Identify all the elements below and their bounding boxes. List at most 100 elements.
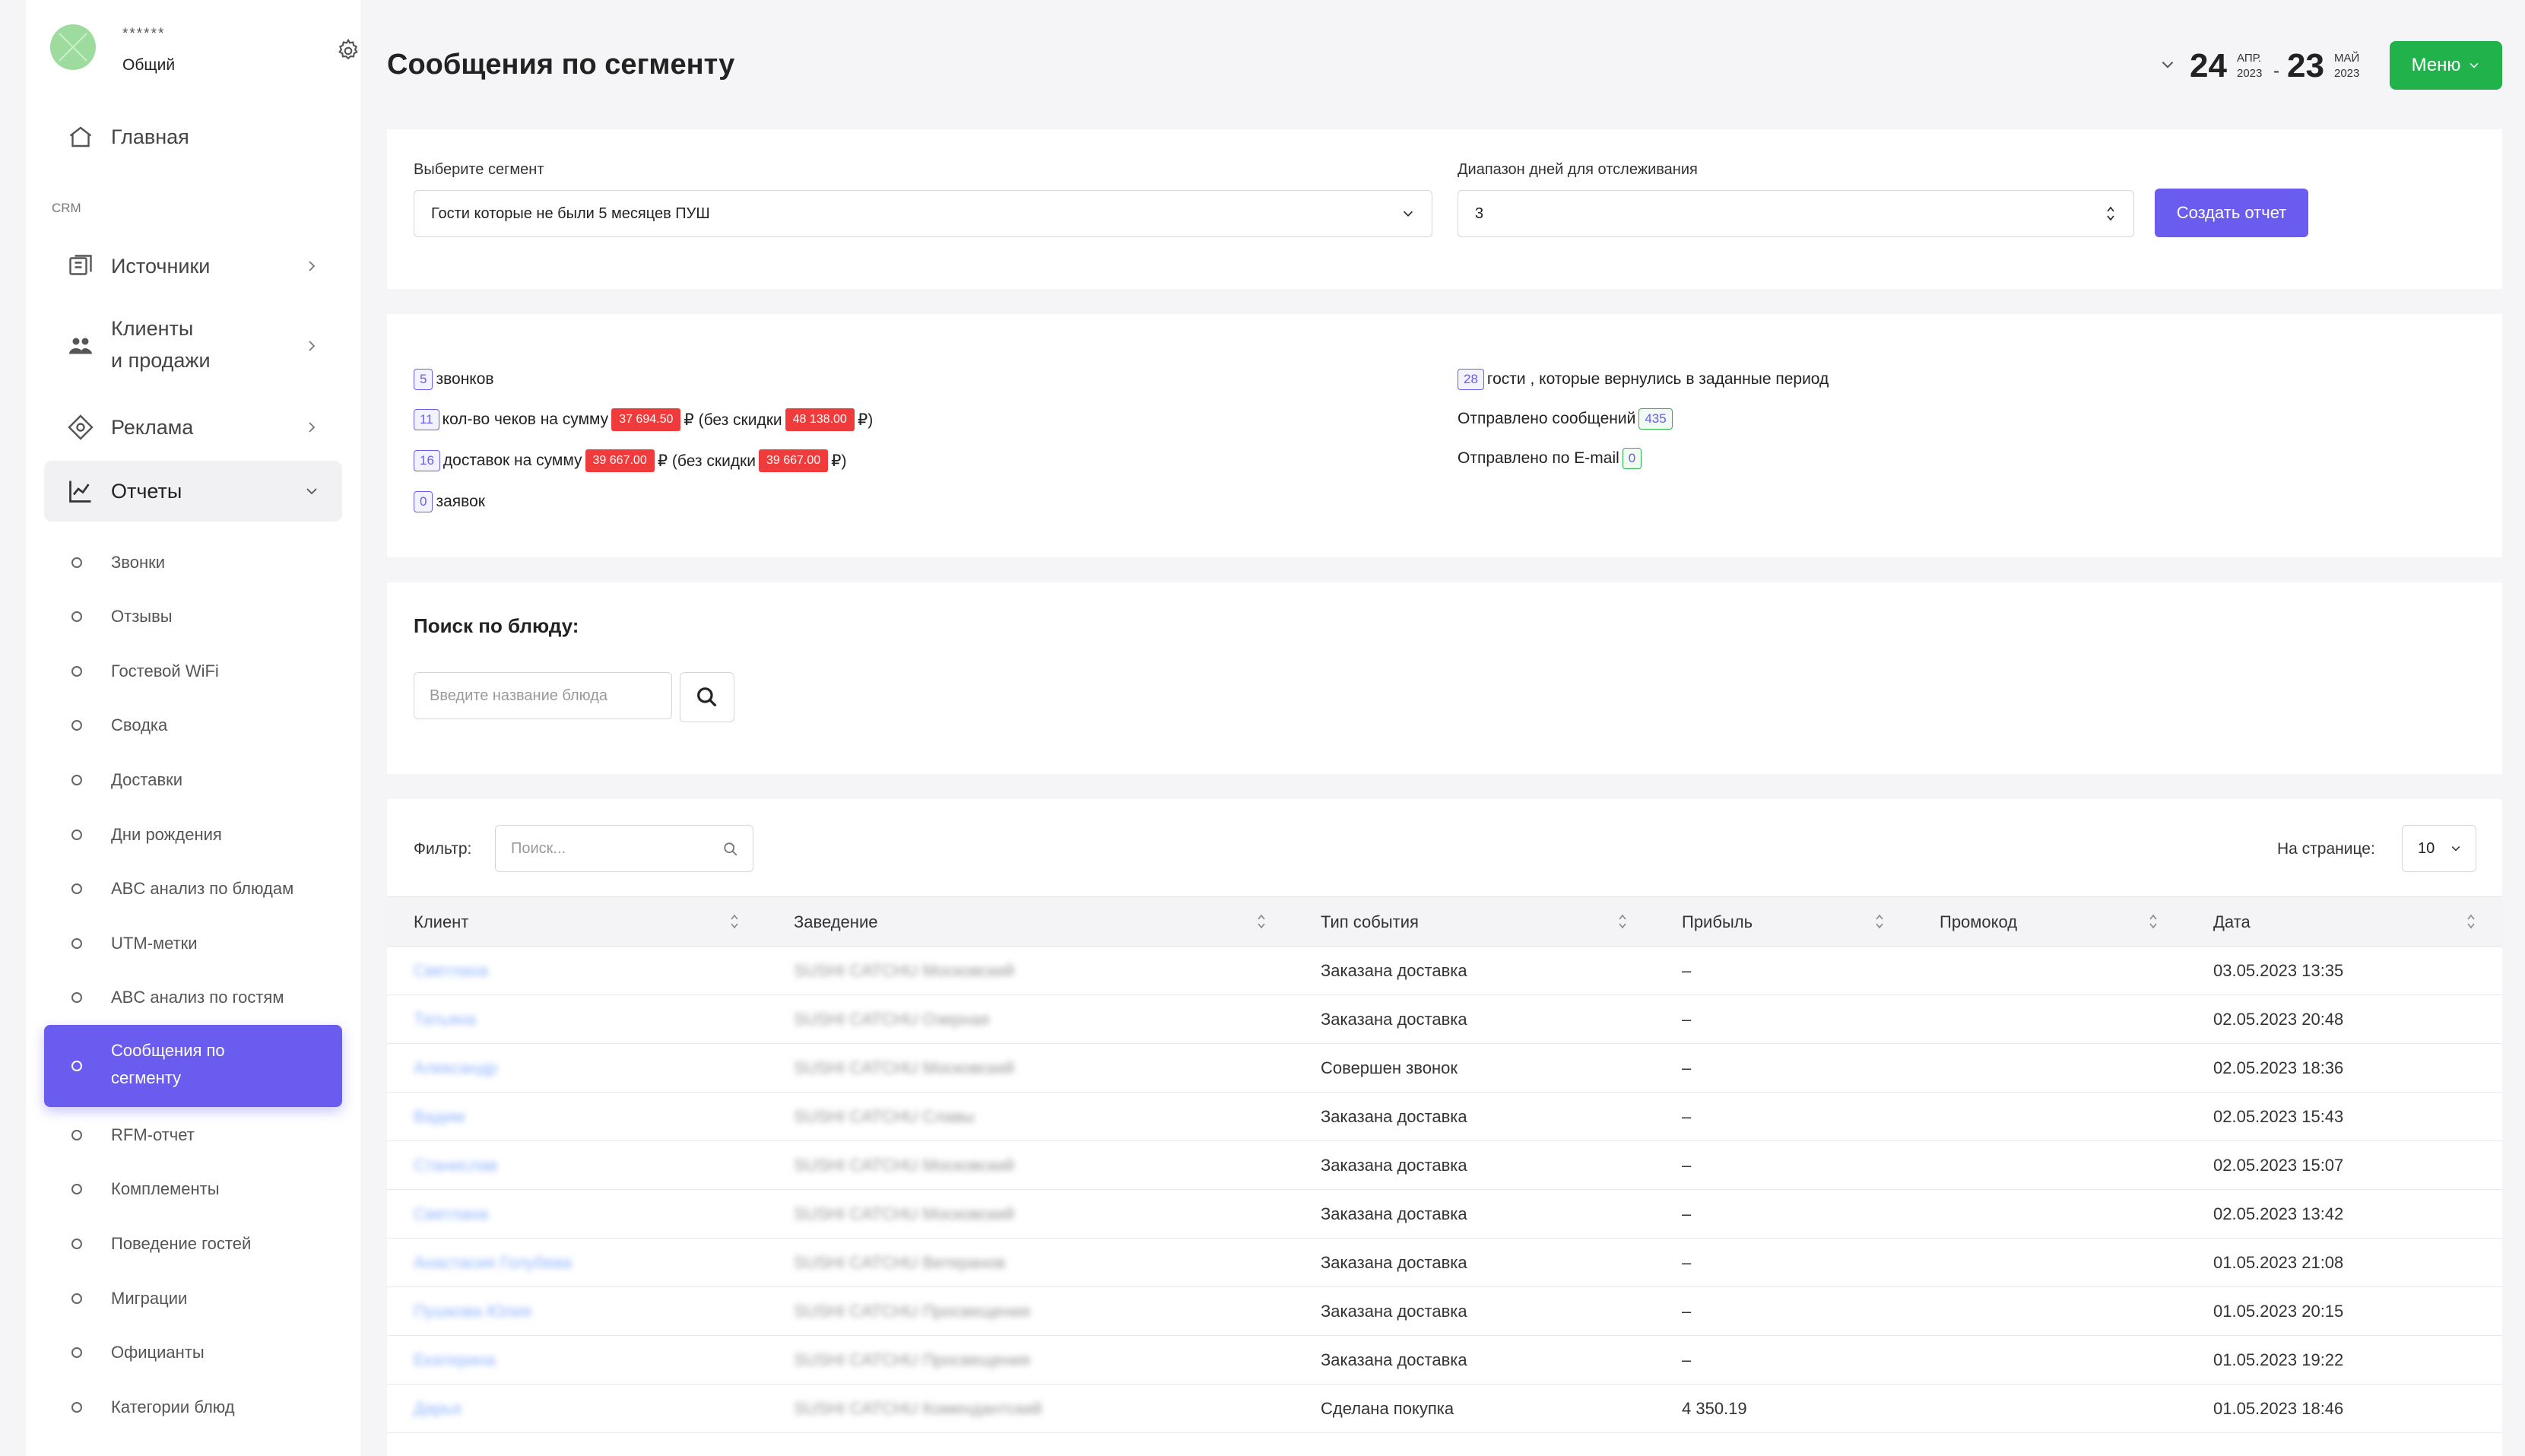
profile[interactable]: ****** Общий	[50, 23, 358, 76]
stats-card: 5 звонков 11 кол-во чеков на сумму 37 69…	[387, 314, 2502, 557]
sidebar-subitem[interactable]: Миграции	[44, 1274, 342, 1323]
cell-client[interactable]: Станислав	[414, 1156, 497, 1175]
sidebar-item-reports[interactable]: Отчеты	[44, 461, 342, 522]
cell-profit: 4 350.19	[1682, 1399, 1747, 1418]
stat-text: доставок на сумму	[443, 452, 582, 469]
sort-icon[interactable]	[1255, 911, 1267, 932]
sidebar-subitem[interactable]: Отзывы	[44, 592, 342, 641]
cell-client[interactable]: Дарья	[414, 1399, 462, 1419]
stat-text: ₽ (без скидки	[684, 411, 782, 429]
sidebar-subitem[interactable]: ABC анализ по блюдам	[44, 864, 342, 913]
cell-client[interactable]: Пушкова Юлия	[414, 1302, 531, 1321]
dish-search-button[interactable]	[680, 672, 734, 722]
filter-input[interactable]: Поиск...	[495, 825, 753, 872]
cell-venue: SUSHI CATCHU Московский	[794, 1058, 1015, 1077]
sidebar-subitem-active[interactable]: Сообщения по сегменту	[44, 1025, 342, 1107]
sidebar-item-label: Отчеты	[111, 479, 182, 503]
stat-text: Отправлено сообщений	[1458, 410, 1636, 427]
sidebar-item-clients[interactable]: Клиенты и продажи	[44, 308, 342, 384]
segment-select[interactable]: Гости которые не были 5 месяцев ПУШ	[414, 190, 1432, 237]
sidebar-item-label: Источники	[111, 254, 211, 278]
column-header-date[interactable]: Дата	[2213, 912, 2251, 932]
sidebar-subitem-label: Отзывы	[111, 607, 173, 626]
sidebar-item-home[interactable]: Главная	[44, 106, 342, 167]
cell-client[interactable]: Александр	[414, 1058, 497, 1078]
cell-client[interactable]: Светлана	[414, 961, 488, 981]
column-header-venue[interactable]: Заведение	[794, 912, 877, 932]
sort-icon[interactable]	[2465, 911, 2477, 932]
cell-date: 02.05.2023 15:07	[2213, 1156, 2344, 1175]
sidebar-subitem[interactable]: ABC анализ по гостям	[44, 973, 342, 1022]
sort-icon[interactable]	[1616, 911, 1629, 932]
date-range-picker[interactable]: 24 АПР. 2023 - 23 МАЙ 2023	[2159, 41, 2372, 90]
stepper-icon[interactable]	[2105, 204, 2117, 224]
profile-name: ******	[122, 26, 166, 42]
sidebar-subitem[interactable]: Звонки	[44, 538, 342, 587]
count-badge: 435	[1638, 408, 1673, 430]
cell-client[interactable]: Вадим	[414, 1107, 465, 1127]
search-icon	[697, 687, 717, 707]
chart-icon	[69, 481, 91, 503]
sidebar-subitem[interactable]: Доставки	[44, 756, 342, 804]
sidebar-item-ads[interactable]: Реклама	[44, 397, 342, 458]
circle-icon	[71, 1402, 82, 1413]
create-report-button[interactable]: Создать отчет	[2155, 189, 2308, 237]
cell-client[interactable]: Анастасия Голубева	[414, 1253, 572, 1273]
per-page-select[interactable]: 10	[2402, 825, 2476, 872]
segment-select-value: Гости которые не были 5 месяцев ПУШ	[431, 205, 710, 222]
cell-profit: –	[1682, 1204, 1692, 1223]
stat-calls: 5 звонков	[414, 369, 494, 390]
stat-text: кол-во чеков на сумму	[442, 411, 609, 428]
table-row: Екатерина SUSHI CATCHU Просвещения Заказан…	[387, 1336, 2502, 1385]
gear-icon[interactable]	[335, 38, 361, 64]
cell-client[interactable]: Татьяна	[414, 1010, 476, 1029]
date-from-year: 2023	[2237, 67, 2263, 80]
sidebar-subitem[interactable]: Гостевой WiFi	[44, 647, 342, 696]
range-input[interactable]: 3	[1458, 190, 2134, 237]
cell-date: 01.05.2023 21:08	[2213, 1253, 2344, 1272]
cell-event: Заказана доставка	[1321, 1350, 1467, 1369]
cell-client[interactable]: Светлана	[414, 1204, 488, 1224]
table-row: Станислав SUSHI CATCHU Московский Заказана…	[387, 1141, 2502, 1190]
sidebar-subitem-label: Категории блюд	[111, 1397, 235, 1416]
column-header-promo[interactable]: Промокод	[1940, 912, 2017, 932]
sidebar-subitem[interactable]: Поведение гостей	[44, 1220, 342, 1268]
table-row: Татьяна SUSHI CATCHU Озерная Заказана дост…	[387, 995, 2502, 1044]
date-to-year: 2023	[2334, 67, 2360, 80]
sidebar-subitem[interactable]: Сводка	[44, 701, 342, 750]
sort-icon[interactable]	[1873, 911, 1886, 932]
filter-placeholder: Поиск...	[511, 839, 566, 857]
search-icon	[724, 842, 738, 856]
sidebar-subitem[interactable]: Официанты	[44, 1328, 342, 1377]
dish-search-input[interactable]: Введите название блюда	[414, 672, 672, 719]
cell-venue: SUSHI CATCHU Просвещения	[794, 1350, 1030, 1369]
cell-date: 01.05.2023 19:22	[2213, 1350, 2344, 1369]
column-header-event[interactable]: Тип события	[1321, 912, 1419, 932]
cell-date: 02.05.2023 15:43	[2213, 1107, 2344, 1126]
table-header: Клиент Заведение Тип события Прибыль Про…	[387, 896, 2502, 947]
sidebar-item-sources[interactable]: Источники	[44, 236, 342, 297]
menu-button[interactable]: Меню	[2390, 41, 2502, 90]
page-title: Сообщения по сегменту	[387, 49, 735, 81]
circle-icon	[71, 830, 82, 840]
column-header-client[interactable]: Клиент	[414, 912, 468, 932]
circle-icon	[71, 1293, 82, 1304]
sidebar-subitem[interactable]: UTM-метки	[44, 919, 342, 968]
sidebar-subitem[interactable]: Дни рождения	[44, 810, 342, 859]
stat-text: гости , которые вернулись в заданные пер…	[1486, 370, 1829, 388]
sort-icon[interactable]	[2147, 911, 2159, 932]
sidebar-subitem[interactable]: Категории блюд	[44, 1383, 342, 1432]
cell-profit: –	[1682, 1253, 1692, 1272]
column-header-profit[interactable]: Прибыль	[1682, 912, 1753, 932]
sort-icon[interactable]	[728, 911, 741, 932]
menu-button-label: Меню	[2411, 55, 2461, 75]
avatar[interactable]	[50, 24, 96, 70]
chevron-right-icon	[309, 261, 316, 271]
cell-client[interactable]: Екатерина	[414, 1350, 496, 1370]
sidebar-subitem[interactable]: RFM-отчет	[44, 1111, 342, 1159]
sidebar-subitem[interactable]: Комплементы	[44, 1165, 342, 1213]
cell-profit: –	[1682, 961, 1692, 980]
cell-event: Заказана доставка	[1321, 1156, 1467, 1175]
cell-event: Заказана доставка	[1321, 1107, 1467, 1126]
stat-returned: 28 гости , которые вернулись в заданные …	[1458, 369, 1829, 390]
